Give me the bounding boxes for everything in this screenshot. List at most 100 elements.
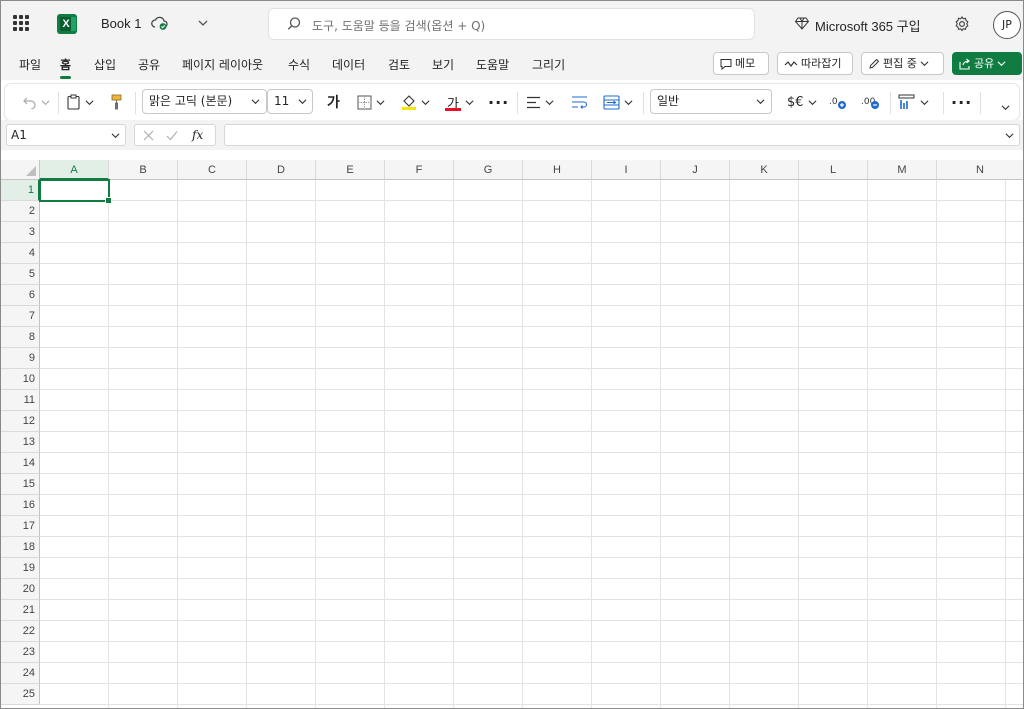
active-cell-a1[interactable] [39, 179, 112, 204]
tab-data[interactable]: 데이터 [332, 56, 365, 73]
align-left-icon [527, 96, 540, 108]
chevron-down-icon [545, 99, 554, 105]
row-header-3[interactable]: 3 [0, 222, 40, 243]
tab-view[interactable]: 보기 [432, 56, 454, 73]
column-header-i[interactable]: I [592, 160, 661, 180]
app-launcher-icon[interactable] [13, 15, 29, 31]
tab-formulas[interactable]: 수식 [288, 56, 310, 73]
tab-help[interactable]: 도움말 [476, 56, 509, 73]
row-header-18[interactable]: 18 [0, 537, 40, 558]
column-header-g[interactable]: G [454, 160, 523, 180]
bold-button[interactable]: 가 [327, 92, 340, 112]
column-header-k[interactable]: K [730, 160, 799, 180]
column-header-j[interactable]: J [661, 160, 730, 180]
chevron-down-icon [997, 61, 1006, 67]
number-format-select[interactable]: 일반 [650, 89, 772, 114]
increase-decimal-icon: .0 [829, 97, 846, 109]
column-header-b[interactable]: B [109, 160, 178, 180]
row-header-4[interactable]: 4 [0, 243, 40, 264]
undo-button[interactable] [23, 92, 50, 112]
column-header-l[interactable]: L [799, 160, 868, 180]
cell-grid[interactable] [40, 180, 1024, 709]
row-header-2[interactable]: 2 [0, 201, 40, 222]
tab-file[interactable]: 파일 [19, 56, 41, 73]
row-header-7[interactable]: 7 [0, 306, 40, 327]
column-header-c[interactable]: C [178, 160, 247, 180]
chevron-down-icon [920, 61, 929, 67]
row-header-17[interactable]: 17 [0, 516, 40, 537]
more-options-icon[interactable]: ··· [951, 92, 972, 112]
column-header-n[interactable]: N [937, 160, 1024, 180]
row-header-20[interactable]: 20 [0, 579, 40, 600]
cloud-sync-icon[interactable] [151, 15, 169, 31]
row-header-25[interactable]: 25 [0, 684, 40, 705]
column-header-f[interactable]: F [385, 160, 454, 180]
share-button[interactable]: 공유 [952, 52, 1022, 75]
row-header-15[interactable]: 15 [0, 474, 40, 495]
buy-microsoft-365-link[interactable]: Microsoft 365 구입 [815, 16, 921, 35]
column-header-d[interactable]: D [247, 160, 316, 180]
more-font-options-icon[interactable]: ··· [488, 92, 509, 112]
chevron-down-icon[interactable] [198, 18, 208, 28]
document-title[interactable]: Book 1 [101, 16, 141, 31]
font-name-select[interactable]: 맑은 고딕 (본문) [142, 89, 267, 114]
catch-up-button[interactable]: 따라잡기 [777, 52, 853, 75]
fill-bucket-icon [402, 95, 416, 110]
font-color-button[interactable]: 가 [445, 92, 474, 112]
formula-input[interactable] [224, 124, 1020, 146]
tab-insert[interactable]: 삽입 [94, 56, 116, 73]
format-painter-icon [111, 94, 122, 110]
row-header-14[interactable]: 14 [0, 453, 40, 474]
insert-function-icon[interactable]: fx [192, 128, 203, 142]
chevron-down-icon [111, 133, 120, 139]
merge-button[interactable] [603, 92, 633, 112]
search-placeholder[interactable]: 도구, 도움말 등을 검색(옵션 + Q) [312, 17, 485, 34]
expand-ribbon-button[interactable] [1001, 97, 1010, 117]
conditional-format-button[interactable] [898, 92, 929, 112]
row-header-6[interactable]: 6 [0, 285, 40, 306]
row-header-8[interactable]: 8 [0, 327, 40, 348]
paste-button[interactable] [67, 92, 94, 112]
avatar[interactable]: JP [993, 11, 1021, 39]
column-header-e[interactable]: E [316, 160, 385, 180]
increase-decimal-button[interactable]: .0 [829, 92, 847, 112]
decrease-decimal-button[interactable]: .00 [861, 92, 881, 112]
borders-button[interactable] [357, 92, 385, 112]
wrap-text-button[interactable] [571, 92, 588, 112]
row-header-23[interactable]: 23 [0, 642, 40, 663]
row-header-21[interactable]: 21 [0, 600, 40, 621]
fill-color-button[interactable] [401, 92, 430, 112]
row-header-13[interactable]: 13 [0, 432, 40, 453]
conditional-formatting-icon [898, 94, 915, 109]
chevron-down-icon [1005, 133, 1014, 139]
row-header-16[interactable]: 16 [0, 495, 40, 516]
tab-share[interactable]: 공유 [138, 56, 160, 73]
comments-button[interactable]: 메모 [713, 52, 769, 75]
tab-draw[interactable]: 그리기 [532, 56, 565, 73]
column-header-h[interactable]: H [523, 160, 592, 180]
align-button[interactable] [526, 92, 554, 112]
column-header-m[interactable]: M [868, 160, 937, 180]
tab-review[interactable]: 검토 [388, 56, 410, 73]
tab-page-layout[interactable]: 페이지 레이아웃 [182, 56, 263, 73]
column-header-a[interactable]: A [40, 160, 109, 180]
row-header-24[interactable]: 24 [0, 663, 40, 684]
tab-home[interactable]: 홈 [60, 56, 72, 79]
row-header-5[interactable]: 5 [0, 264, 40, 285]
row-header-1[interactable]: 1 [0, 180, 40, 201]
row-header-19[interactable]: 19 [0, 558, 40, 579]
gear-icon[interactable] [954, 16, 970, 32]
row-header-12[interactable]: 12 [0, 411, 40, 432]
name-box[interactable]: A1 [6, 124, 126, 146]
currency-format-button[interactable]: $€ [787, 92, 817, 112]
cancel-icon[interactable] [143, 130, 154, 141]
row-header-10[interactable]: 10 [0, 369, 40, 390]
enter-check-icon[interactable] [166, 130, 178, 141]
font-size-select[interactable]: 11 [267, 89, 313, 114]
editing-mode-button[interactable]: 편집 중 [861, 52, 944, 75]
row-header-22[interactable]: 22 [0, 621, 40, 642]
format-painter-button[interactable] [110, 92, 123, 112]
select-all-button[interactable] [0, 160, 40, 180]
row-header-9[interactable]: 9 [0, 348, 40, 369]
row-header-11[interactable]: 11 [0, 390, 40, 411]
